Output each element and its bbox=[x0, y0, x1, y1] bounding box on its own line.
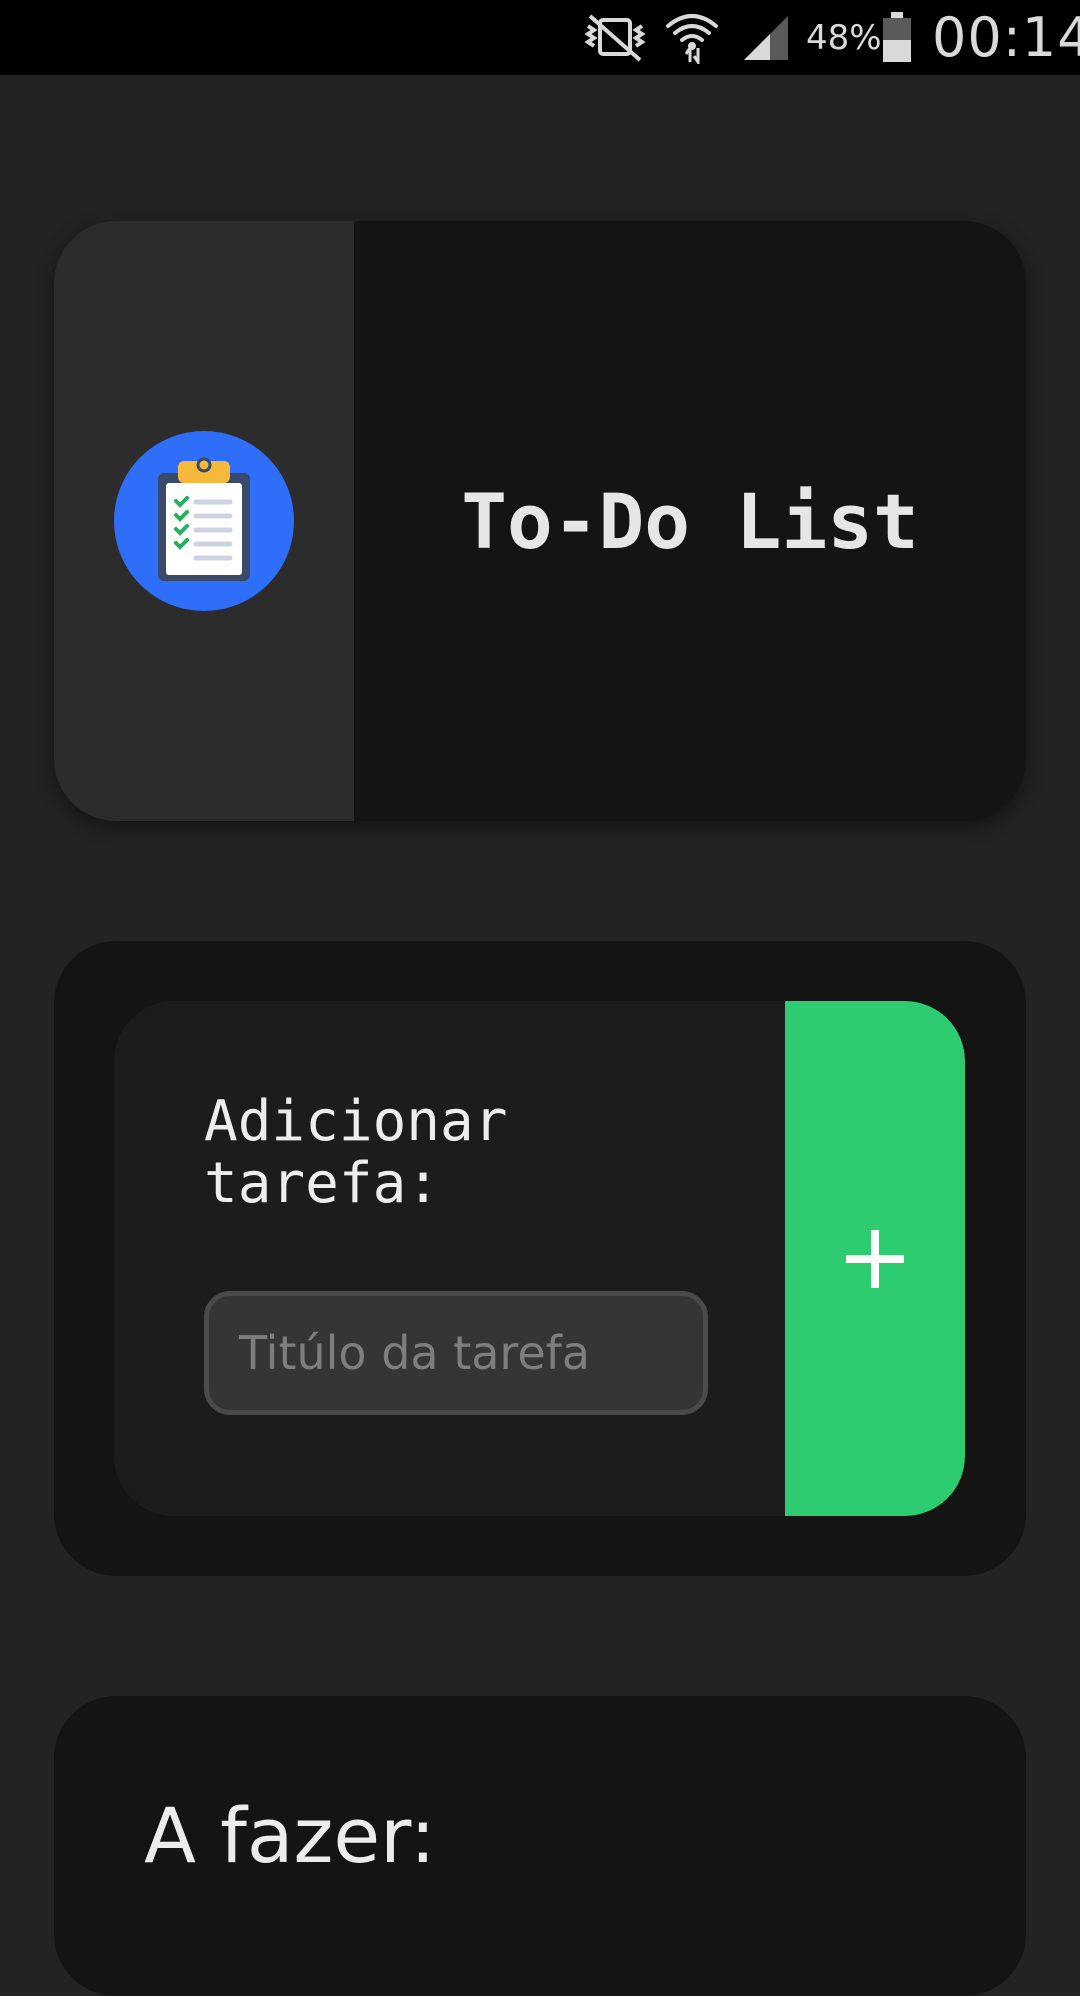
add-task-label: Adicionar tarefa: bbox=[204, 1089, 508, 1216]
app-logo bbox=[114, 431, 294, 611]
signal-icon bbox=[744, 16, 788, 60]
add-task-card: Adicionar tarefa: bbox=[54, 941, 1026, 1576]
logo-panel bbox=[54, 221, 354, 821]
clipboard-checklist-icon bbox=[158, 457, 250, 581]
status-clock: 00:14 bbox=[932, 6, 1080, 69]
header-card: To-Do List bbox=[54, 221, 1026, 821]
add-task-form: Adicionar tarefa: bbox=[114, 1001, 965, 1516]
task-title-input[interactable] bbox=[204, 1291, 708, 1415]
app-title: To-Do List bbox=[461, 476, 919, 566]
todo-list-card: A fazer: bbox=[54, 1696, 1026, 1996]
wifi-icon bbox=[666, 14, 718, 64]
vibrate-off-icon bbox=[584, 14, 646, 62]
plus-icon bbox=[846, 1229, 904, 1288]
todo-heading: A fazer: bbox=[144, 1791, 436, 1880]
battery-icon bbox=[883, 12, 911, 62]
status-bar: 48% 00:14 bbox=[0, 0, 1080, 75]
battery-percent: 48% bbox=[806, 18, 882, 58]
add-task-button[interactable] bbox=[785, 1001, 965, 1516]
